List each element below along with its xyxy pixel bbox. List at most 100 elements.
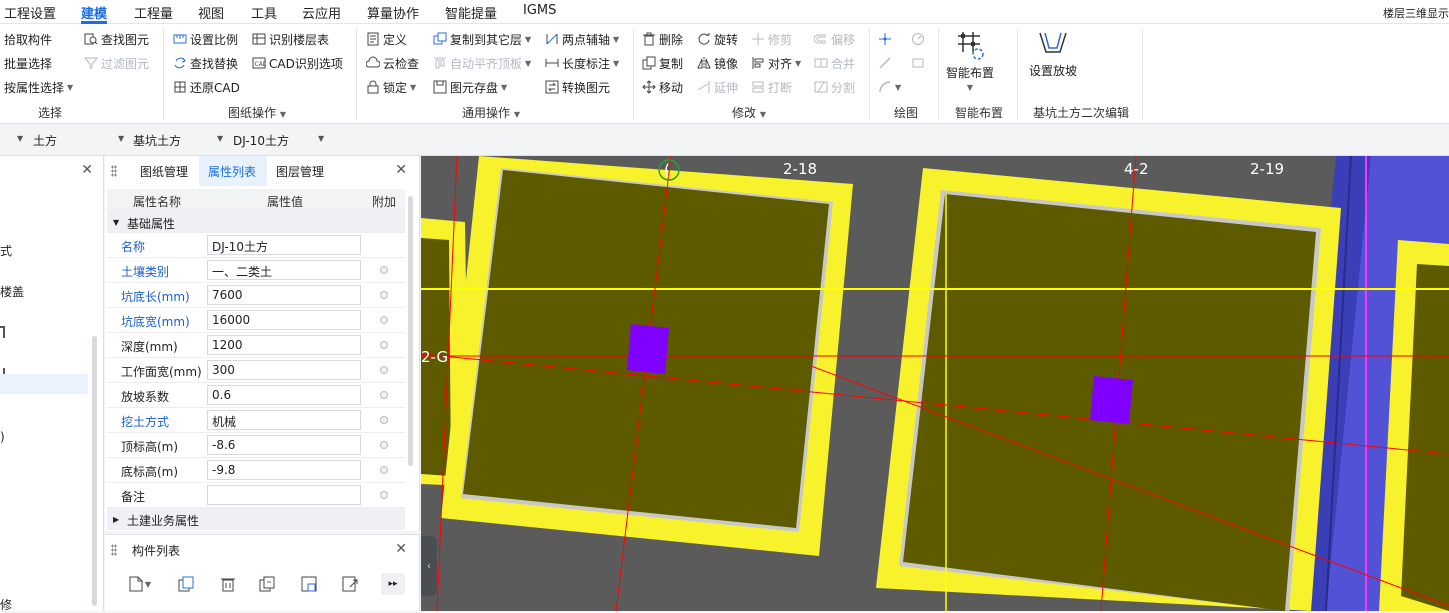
canvas-graphics[interactable]: ( 2-18 4-2 2-19 2-G <box>421 156 1449 611</box>
rect-tool-button[interactable] <box>911 54 925 72</box>
break-button[interactable]: 打断 <box>751 78 792 96</box>
drawing-group-label[interactable]: 图纸操作 ▼ <box>228 104 286 121</box>
menu-view[interactable]: 视图 <box>198 3 224 22</box>
delete-button[interactable]: 删除 <box>642 30 683 48</box>
extra-checkbox[interactable] <box>380 491 388 499</box>
line-tool-button[interactable] <box>878 54 892 72</box>
select-by-attr-button[interactable]: 按属性选择 ▼ <box>4 78 73 96</box>
set-slope-button[interactable]: 设置放坡 <box>1029 30 1077 90</box>
cloud-check-button[interactable]: 云检查 <box>366 54 419 72</box>
floor-type-select[interactable]: 土方 <box>33 132 57 149</box>
move-button[interactable]: 移动 <box>642 78 683 96</box>
drawing-canvas[interactable]: ( 2-18 4-2 2-19 2-G <box>421 156 1449 611</box>
define-button[interactable]: 定义 <box>366 30 407 48</box>
trim-button[interactable]: 修剪 <box>751 30 792 48</box>
menu-collab[interactable]: 算量协作 <box>367 3 419 22</box>
nav-item[interactable]: ) <box>0 430 5 444</box>
mirror-button[interactable]: 镜像 <box>697 54 738 72</box>
menu-smart-extract[interactable]: 智能提量 <box>445 3 497 22</box>
split-button[interactable]: 分割 <box>814 78 855 96</box>
close-icon[interactable]: ✕ <box>81 162 93 178</box>
nav-item[interactable] <box>0 326 5 338</box>
drag-handle-icon[interactable] <box>111 544 117 556</box>
length-dim-button[interactable]: 长度标注 ▼ <box>545 54 619 72</box>
menu-cloud[interactable]: 云应用 <box>302 3 341 22</box>
new-component-button[interactable]: ▼ <box>119 573 159 595</box>
property-value-input[interactable]: 7600 <box>207 285 361 305</box>
collapse-panel-handle[interactable]: ‹ <box>421 536 437 596</box>
export-component-button[interactable] <box>338 573 362 595</box>
close-icon[interactable]: ✕ <box>395 541 407 557</box>
offset-button[interactable]: 偏移 <box>814 30 855 48</box>
modify-group-label[interactable]: 修改 ▼ <box>732 104 766 121</box>
extend-button[interactable]: 延伸 <box>697 78 738 96</box>
extra-checkbox[interactable] <box>380 266 388 274</box>
more-actions-button[interactable]: ▸▸ <box>381 573 405 595</box>
chevron-down-icon[interactable]: ▼ <box>17 134 23 143</box>
component-type-select[interactable]: 基坑土方 <box>133 132 181 149</box>
menu-quantity[interactable]: 工程量 <box>134 3 173 22</box>
property-value-input[interactable]: 1200 <box>207 335 361 355</box>
tab-drawing-management[interactable]: 图纸管理 <box>140 163 188 180</box>
nav-scrollbar[interactable] <box>92 336 97 606</box>
copy-to-floor-button[interactable]: 复制到其它层 ▼ <box>433 30 531 48</box>
point-tool-button[interactable] <box>878 30 892 48</box>
property-value-input[interactable]: 0.6 <box>207 385 361 405</box>
component-name-select[interactable]: DJ-10土方 <box>233 132 289 149</box>
close-icon[interactable]: ✕ <box>395 162 407 178</box>
pick-component-button[interactable]: 拾取构件 <box>4 30 52 48</box>
lock-button[interactable]: 锁定 ▼ <box>366 78 416 96</box>
find-replace-button[interactable]: 查找替换 <box>173 54 238 72</box>
set-scale-button[interactable]: 设置比例 <box>173 30 238 48</box>
extra-checkbox[interactable] <box>380 366 388 374</box>
nav-item[interactable]: 修 <box>0 596 12 613</box>
property-value-input[interactable]: -8.6 <box>207 435 361 455</box>
property-value-input[interactable]: 机械 <box>207 410 361 430</box>
save-element-button[interactable]: 图元存盘 ▼ <box>433 78 507 96</box>
smart-layout-button[interactable]: 智能布置 ▼ <box>946 30 994 100</box>
convert-element-button[interactable]: 转换图元 <box>545 78 610 96</box>
extra-checkbox[interactable] <box>380 466 388 474</box>
nav-item[interactable]: 式 <box>0 242 12 259</box>
restore-cad-button[interactable]: 还原CAD <box>173 78 240 96</box>
chevron-down-icon[interactable]: ▼ <box>217 134 223 143</box>
filter-element-button[interactable]: 过滤图元 <box>84 54 149 72</box>
batch-select-button[interactable]: 批量选择 <box>4 54 52 72</box>
tab-property-list[interactable]: 属性列表 <box>208 163 256 180</box>
rotate-button[interactable]: 旋转 <box>697 30 738 48</box>
menu-modeling[interactable]: 建模 <box>81 3 107 22</box>
two-point-axis-button[interactable]: 两点辅轴 ▼ <box>545 30 619 48</box>
drag-handle-icon[interactable] <box>111 165 117 177</box>
floor-3d-display-toggle[interactable]: 楼层三维显示 <box>1383 5 1449 21</box>
extra-checkbox[interactable] <box>380 291 388 299</box>
copy-component-button[interactable] <box>174 573 198 595</box>
property-value-input[interactable]: DJ-10土方 <box>207 235 361 255</box>
copy-button[interactable]: 复制 <box>642 54 683 72</box>
delete-component-button[interactable] <box>216 573 240 595</box>
section-basic-properties[interactable]: ▼ 基础属性 <box>107 211 405 233</box>
extra-checkbox[interactable] <box>380 416 388 424</box>
extra-checkbox[interactable] <box>380 341 388 349</box>
extra-checkbox[interactable] <box>380 441 388 449</box>
property-value-input[interactable]: 一、二类土 <box>207 260 361 280</box>
property-value-input[interactable] <box>207 485 361 505</box>
common-group-label[interactable]: 通用操作 ▼ <box>462 104 520 121</box>
menu-igms[interactable]: IGMS <box>523 3 556 18</box>
align-button[interactable]: 对齐 ▼ <box>751 54 801 72</box>
auto-align-button[interactable]: 自动平齐顶板 ▼ <box>433 54 531 72</box>
extra-checkbox[interactable] <box>380 391 388 399</box>
nav-item[interactable]: 楼盖 <box>0 283 24 300</box>
property-value-input[interactable]: 300 <box>207 360 361 380</box>
menu-tools[interactable]: 工具 <box>251 3 277 22</box>
extra-checkbox[interactable] <box>380 316 388 324</box>
recognize-floor-table-button[interactable]: 识别楼层表 <box>252 30 329 48</box>
cad-options-button[interactable]: CAD CAD识别选项 <box>252 54 343 72</box>
chevron-down-icon[interactable]: ▼ <box>318 134 324 143</box>
property-value-input[interactable]: 16000 <box>207 310 361 330</box>
circle-tool-button[interactable] <box>911 30 925 48</box>
find-element-button[interactable]: 查找图元 <box>84 30 149 48</box>
chevron-down-icon[interactable]: ▼ <box>118 134 124 143</box>
property-value-input[interactable]: -9.8 <box>207 460 361 480</box>
duplicate-component-button[interactable] <box>255 573 279 595</box>
section-civil-properties[interactable]: ▶ 土建业务属性 <box>107 508 405 530</box>
